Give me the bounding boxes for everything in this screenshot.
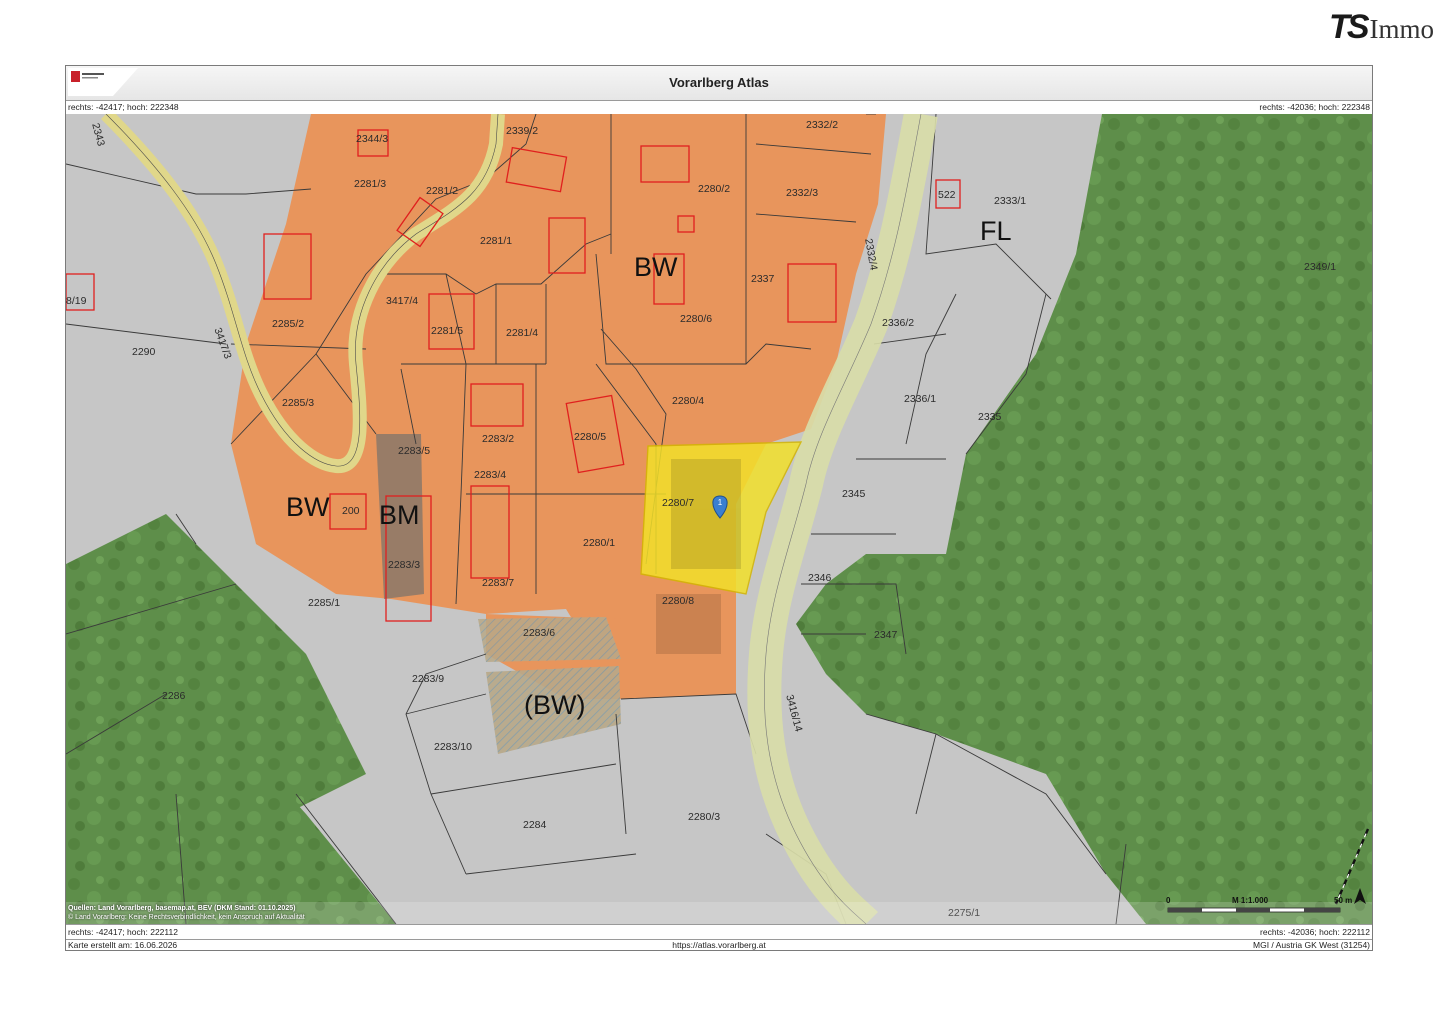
- zone-label-fl: FL: [980, 216, 1012, 246]
- hatched-zone-2283-6: [478, 617, 621, 662]
- projection-info: MGI / Austria GK West (31254): [1253, 940, 1370, 950]
- plot-label: 2285/1: [308, 597, 340, 609]
- logo-ts: TS: [1329, 8, 1369, 46]
- ts-immo-logo: TS Immo: [1329, 8, 1434, 47]
- zone-label-bm: BM: [379, 500, 420, 530]
- zone-label-bw-top: BW: [634, 252, 678, 282]
- plot-label: 2280/5: [574, 431, 606, 443]
- scale-bar: 0 M 1:1.000 50 m N: [1166, 888, 1366, 918]
- zone-label-bw-paren: (BW): [524, 690, 585, 720]
- location-pin-number: 1: [718, 498, 723, 507]
- plot-label: 2280/1: [583, 537, 615, 549]
- zone-label-bw-left: BW: [286, 492, 330, 522]
- plot-label: 2349/1: [1304, 261, 1336, 273]
- plot-label: 2283/9: [412, 673, 444, 685]
- plot-label: 2280/3: [688, 811, 720, 823]
- plot-label: 8/19: [66, 295, 87, 307]
- plot-label: 2281/2: [426, 185, 458, 197]
- plot-label: 3417/4: [386, 295, 418, 307]
- plot-label: 2283/4: [474, 469, 506, 481]
- cadastral-map-svg: 1 BW BW BM (BW) FL 2344/3 2339/2 2332/2 …: [66, 114, 1372, 924]
- plot-label: 2283/6: [523, 627, 555, 639]
- plot-label: 2283/5: [398, 445, 430, 457]
- scale-bar-graphic: [1167, 907, 1341, 913]
- plot-label: 522: [938, 189, 956, 201]
- coord-top-left: rechts: -42417; hoch: 222348: [68, 102, 179, 112]
- plot-label: 2336/2: [882, 317, 914, 329]
- plot-label: 2332/3: [786, 187, 818, 199]
- plot-label: 2284: [523, 819, 547, 831]
- vorarlberg-crest-icon: [68, 68, 138, 96]
- plot-label: 2344/3: [356, 133, 388, 145]
- plot-label: 2347: [874, 629, 898, 641]
- top-coordinate-row: rechts: -42417; hoch: 222348 rechts: -42…: [66, 100, 1372, 115]
- plot-label: 2339/2: [506, 125, 538, 137]
- plot-label: 2281/4: [506, 327, 538, 339]
- plot-label: 200: [342, 505, 360, 517]
- plot-label: 2281/5: [431, 325, 463, 337]
- plot-label: 2332/2: [806, 119, 838, 131]
- plot-label: 2285/2: [272, 318, 304, 330]
- plot-label: 2280/2: [698, 183, 730, 195]
- coord-bottom-right: rechts: -42036; hoch: 222112: [1260, 927, 1370, 937]
- plot-label: 2336/1: [904, 393, 936, 405]
- plot-label: 2283/3: [388, 559, 420, 571]
- plot-label: 2281/3: [354, 178, 386, 190]
- page-title: Vorarlberg Atlas: [669, 75, 769, 90]
- coord-bottom-left: rechts: -42417; hoch: 222112: [68, 927, 178, 937]
- plot-label: 2283/2: [482, 433, 514, 445]
- plot-label: 2290: [132, 346, 156, 358]
- plot-label: 2285/3: [282, 397, 314, 409]
- plot-label: 2346: [808, 572, 832, 584]
- map-view[interactable]: 1 BW BW BM (BW) FL 2344/3 2339/2 2332/2 …: [66, 114, 1372, 924]
- title-bar: Vorarlberg Atlas: [66, 66, 1372, 101]
- plot-label: 2281/1: [480, 235, 512, 247]
- logo-immo: Immo: [1369, 14, 1435, 44]
- north-arrow-icon: N: [1354, 888, 1366, 904]
- sources-line-2: © Land Vorarlberg: Keine Rechtsverbindli…: [68, 914, 305, 921]
- plot-label: 2345: [842, 488, 866, 500]
- plot-label: 2280/4: [672, 395, 704, 407]
- plot-label: 2283/10: [434, 741, 472, 753]
- plot-label: 2280/6: [680, 313, 712, 325]
- plot-label: 2333/1: [994, 195, 1026, 207]
- atlas-url-link[interactable]: https://atlas.vorarlberg.at: [66, 938, 1372, 952]
- coord-top-right: rechts: -42036; hoch: 222348: [1259, 102, 1370, 112]
- map-print-frame: Vorarlberg Atlas rechts: -42417; hoch: 2…: [65, 65, 1373, 951]
- plot-label: 2286: [162, 690, 186, 702]
- plot-label: 2335: [978, 411, 1002, 423]
- footer-row: Karte erstellt am: 16.06.2026 https://at…: [66, 938, 1372, 952]
- plot-label: 2283/7: [482, 577, 514, 589]
- map-sources: Quellen: Land Vorarlberg, basemap.at, BE…: [68, 904, 305, 922]
- plot-label: 2337: [751, 273, 775, 285]
- plot-label: 2280/8: [662, 595, 694, 607]
- sources-line-1: Quellen: Land Vorarlberg, basemap.at, BE…: [68, 905, 296, 912]
- plot-label: 2280/7: [662, 497, 694, 509]
